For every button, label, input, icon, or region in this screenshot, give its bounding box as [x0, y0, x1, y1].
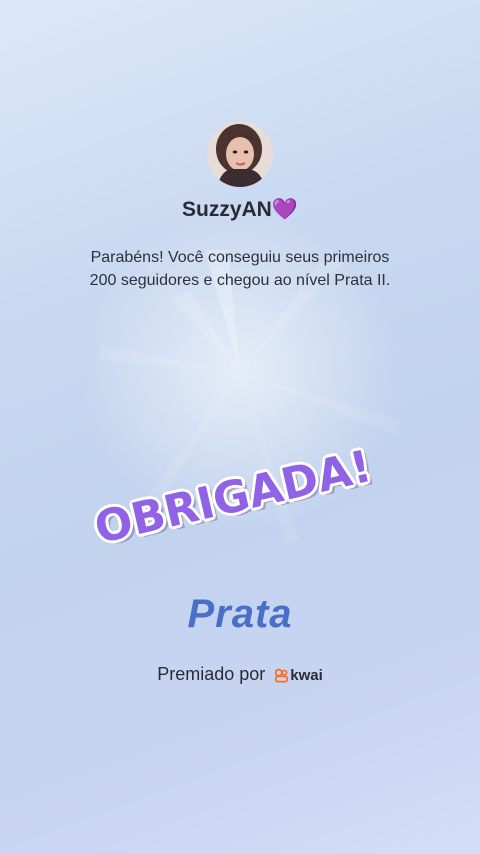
username: SuzzyAN💜: [0, 198, 480, 222]
kwai-brand-text: kwai: [290, 666, 323, 684]
congratulations-message: Parabéns! Você conseguiu seus primeiros …: [40, 246, 440, 292]
user-avatar[interactable]: [207, 121, 273, 187]
awarded-by-line: Premiado por kwai: [0, 664, 480, 685]
kwai-logo-icon: [275, 668, 289, 683]
sticker-text: OBRIGADA!: [89, 440, 377, 554]
awarded-by-label: Premiado por: [157, 664, 266, 684]
message-line-2: 200 seguidores e chegou ao nível Prata I…: [89, 272, 391, 289]
message-line-1: Parabéns! Você conseguiu seus primeiros: [90, 249, 390, 266]
kwai-brand: kwai: [274, 667, 323, 684]
user-photo-icon: [207, 121, 273, 187]
purple-heart-icon: 💜: [271, 198, 298, 221]
username-text: SuzzyAN: [181, 198, 272, 221]
thank-you-sticker: OBRIGADA!: [77, 419, 390, 574]
level-name: Prata: [187, 592, 293, 636]
